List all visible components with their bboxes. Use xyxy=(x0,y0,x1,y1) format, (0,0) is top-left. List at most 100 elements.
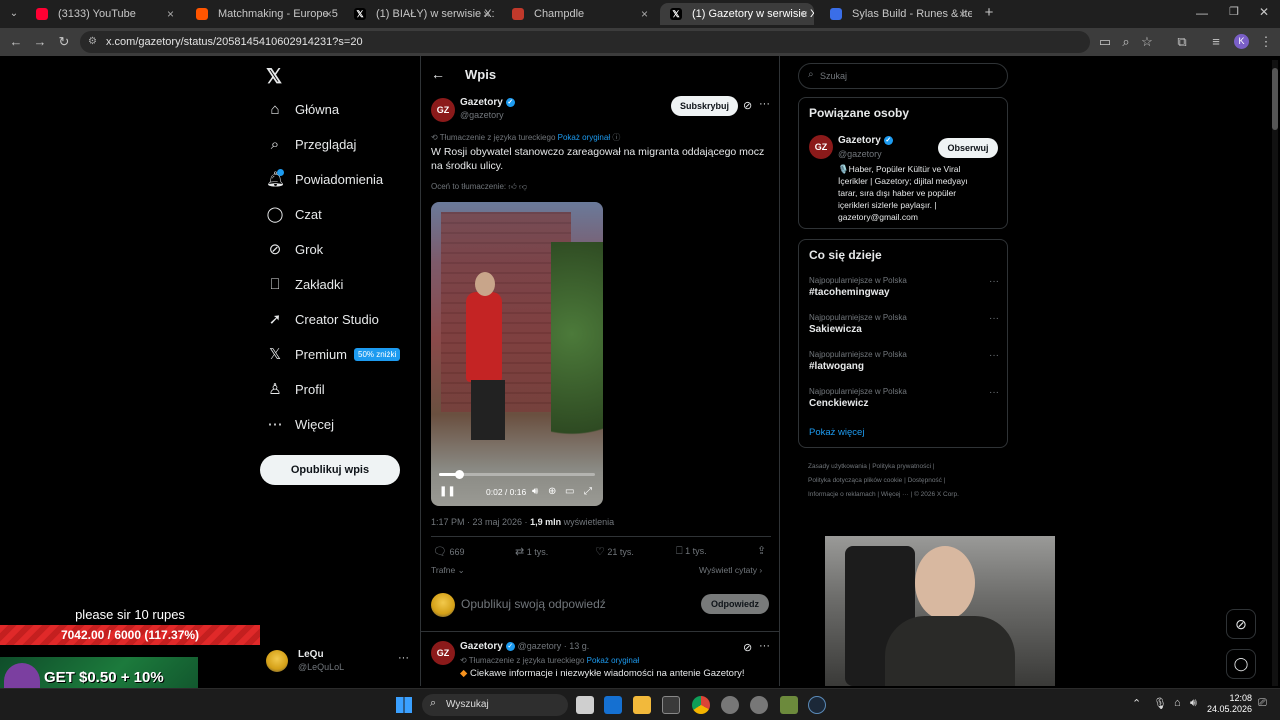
app-icon-3[interactable] xyxy=(780,696,798,714)
trend-item[interactable]: Najpopularniejsze w Polska Sakiewicza ··· xyxy=(809,313,999,335)
messages-floating-button[interactable]: ◯ xyxy=(1226,649,1256,679)
show-original-link[interactable]: Pokaż oryginał xyxy=(558,133,610,142)
close-tab-icon[interactable]: × xyxy=(483,3,490,25)
extensions-icon[interactable]: ⧉ xyxy=(1172,32,1192,52)
related-name-row[interactable]: Gazetory ✓ xyxy=(838,135,893,146)
trend-item[interactable]: Najpopularniejsze w Polska #tacohemingway… xyxy=(809,276,999,298)
author-name-row[interactable]: Gazetory ✓ xyxy=(460,97,515,108)
reply-post-avatar[interactable]: GZ xyxy=(431,641,455,665)
close-tab-icon[interactable]: × xyxy=(167,3,174,25)
back-icon[interactable]: ← xyxy=(6,32,26,52)
bookmark-star-icon[interactable]: ☆ xyxy=(1137,32,1157,52)
trend-item[interactable]: Najpopularniejsze w Polska Cenckiewicz ··· xyxy=(809,387,999,409)
footer-accessibility[interactable]: Dostępność xyxy=(908,477,942,484)
sidebar-item-powiadomienia[interactable]: 🔔︎ Powiadomienia xyxy=(258,165,418,195)
browser-tab[interactable]: Matchmaking - Europe 5v5 Qu× xyxy=(186,3,338,25)
author-avatar[interactable]: GZ xyxy=(431,98,455,122)
task-view-icon[interactable] xyxy=(576,696,594,714)
captions-icon[interactable]: ⊕ xyxy=(548,486,556,497)
volume-tray-icon[interactable]: 🔊︎ xyxy=(1190,697,1197,710)
cast-icon[interactable]: ▭ xyxy=(1095,32,1115,52)
browser-tab[interactable]: Champdle × xyxy=(502,3,654,25)
follow-button[interactable]: Obserwuj xyxy=(938,138,998,158)
view-quotes-link[interactable]: Wyświetl cytaty › xyxy=(699,565,762,575)
search-box[interactable]: ⌕ Szukaj xyxy=(798,63,1008,89)
sidebar-item-przeglądaj[interactable]: ⌕ Przeglądaj xyxy=(258,130,418,160)
grok-explain-icon[interactable]: ⊘ xyxy=(743,99,752,112)
reply-button[interactable]: Odpowiedz xyxy=(701,594,769,614)
trend-more-icon[interactable]: ··· xyxy=(989,387,999,398)
sidebar-item-czat[interactable]: ◯ Czat xyxy=(258,200,418,230)
browser-tab[interactable]: (3133) YouTube × xyxy=(26,3,180,25)
browser-tab[interactable]: 𝕏 (1) Gazetory w serwisie X: „ × xyxy=(660,3,814,25)
sidebar-item-creator-studio[interactable]: ➚ Creator Studio xyxy=(258,305,418,335)
mini-player-icon[interactable]: ▭ xyxy=(565,486,574,497)
footer-terms[interactable]: Zasady użytkowania xyxy=(808,463,867,470)
windows-start-icon[interactable] xyxy=(396,697,412,713)
pause-icon[interactable]: ❚❚ xyxy=(439,486,456,497)
footer-privacy[interactable]: Polityka prywatności xyxy=(872,463,931,470)
reply-post-author[interactable]: Gazetory xyxy=(460,641,503,652)
video-player[interactable]: ❚❚ 0:02 / 0:16 🔊︎ ⊕ ▭ ⤢ xyxy=(431,202,603,506)
outlook-icon[interactable] xyxy=(604,696,622,714)
bookmark-action[interactable]: ⎕ 1 tys. xyxy=(676,545,707,558)
trend-more-icon[interactable]: ··· xyxy=(989,350,999,361)
show-more-link[interactable]: Pokaż więcej xyxy=(809,427,864,438)
taskbar-search[interactable]: ⌕ Wyszukaj xyxy=(422,694,568,716)
reply-post-grok-icon[interactable]: ⊘ xyxy=(743,641,752,654)
maximize-button[interactable]: ❐ xyxy=(1229,5,1239,18)
microphone-icon[interactable]: 🎙︎ xyxy=(1153,697,1167,710)
close-tab-icon[interactable]: × xyxy=(801,3,808,25)
browser-tab[interactable]: 𝕏 (1) BIAŁY) w serwisie X: „Panie J× xyxy=(344,3,496,25)
tab-list-dropdown-icon[interactable]: ⌄ xyxy=(6,6,22,22)
thumbs-up-icon[interactable]: 👍︎ xyxy=(508,182,516,191)
trend-more-icon[interactable]: ··· xyxy=(989,313,999,324)
site-info-icon[interactable]: ⚙ xyxy=(88,31,97,53)
sidebar-item-premium[interactable]: 𝕏 Premium 50% zniżki xyxy=(258,340,418,370)
related-avatar[interactable]: GZ xyxy=(809,135,833,159)
footer-more[interactable]: Więcej ··· xyxy=(881,491,909,498)
like-action[interactable]: ♡ 21 tys. xyxy=(595,545,634,558)
page-scrollbar[interactable] xyxy=(1272,60,1278,686)
grok-floating-button[interactable]: ⊘ xyxy=(1226,609,1256,639)
clock[interactable]: 12:08 24.05.2026 xyxy=(1206,693,1252,715)
app-icon-1[interactable] xyxy=(721,696,739,714)
browser-tab[interactable]: Sylas Build - Runes & Items Pa× xyxy=(820,3,972,25)
reply-input[interactable]: Opublikuj swoją odpowiedź xyxy=(461,597,606,611)
chrome-icon[interactable] xyxy=(692,696,710,714)
post-more-icon[interactable]: ··· xyxy=(759,98,770,110)
steam-icon[interactable] xyxy=(808,696,826,714)
account-more-icon[interactable]: ··· xyxy=(398,652,409,664)
address-bar[interactable]: ⚙ x.com/gazetory/status/2058145410602914… xyxy=(80,31,1090,53)
browser-menu-icon[interactable]: ⋮ xyxy=(1256,32,1276,52)
forward-icon[interactable]: → xyxy=(30,32,50,52)
video-progress-track[interactable] xyxy=(439,470,595,479)
page-scrollbar-thumb[interactable] xyxy=(1272,68,1278,130)
sidebar-item-profil[interactable]: ♙ Profil xyxy=(258,375,418,405)
media-controls-icon[interactable]: ≡ xyxy=(1206,32,1226,52)
store-icon[interactable] xyxy=(662,696,680,714)
network-icon[interactable]: ⌂ xyxy=(1174,697,1181,709)
close-tab-icon[interactable]: × xyxy=(325,3,332,25)
reload-icon[interactable]: ↻ xyxy=(54,32,74,52)
account-switcher[interactable]: LeQu @LeQuLoL ··· xyxy=(266,646,414,680)
repost-action[interactable]: ⇄ 1 tys. xyxy=(515,545,548,558)
sidebar-item-grok[interactable]: ⊘ Grok xyxy=(258,235,418,265)
new-tab-button[interactable]: + xyxy=(980,4,998,22)
info-icon[interactable]: ⓘ xyxy=(612,133,620,142)
tray-overflow-icon[interactable]: ⌃ xyxy=(1132,697,1141,710)
trend-item[interactable]: Najpopularniejsze w Polska #latwogang ··· xyxy=(809,350,999,372)
footer-ads[interactable]: Informacje o reklamach xyxy=(808,491,876,498)
subscribe-button[interactable]: Subskrybuj xyxy=(671,96,738,116)
thumbs-down-icon[interactable]: 👎︎ xyxy=(519,182,527,191)
sidebar-item-więcej[interactable]: ⋯ Więcej xyxy=(258,410,418,440)
file-explorer-icon[interactable] xyxy=(633,696,651,714)
profile-avatar[interactable]: K xyxy=(1234,34,1249,49)
video-progress-knob[interactable] xyxy=(454,470,464,479)
reply-action[interactable]: 🗨︎ 669 xyxy=(433,545,465,558)
share-icon[interactable]: ⇪ xyxy=(757,544,766,557)
footer-cookies[interactable]: Polityka dotycząca plików cookie xyxy=(808,477,902,484)
sort-dropdown[interactable]: Trafne ⌄ xyxy=(431,565,465,576)
sidebar-item-zakładki[interactable]: ⎕ Zakładki xyxy=(258,270,418,300)
close-tab-icon[interactable]: × xyxy=(959,3,966,25)
